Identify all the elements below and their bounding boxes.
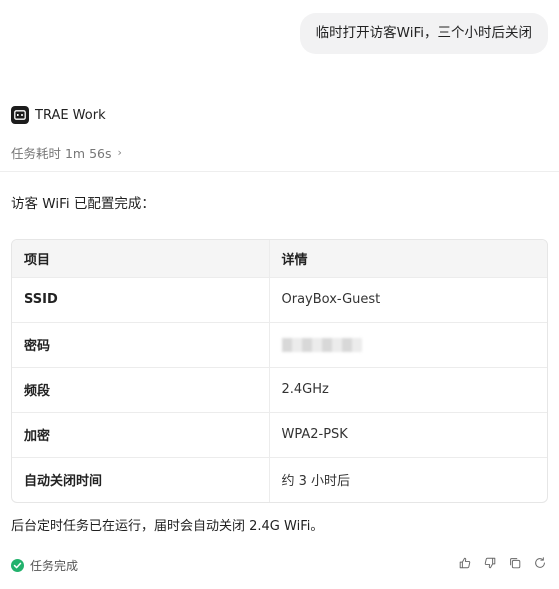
row-key: 加密 bbox=[12, 412, 270, 458]
column-header-item: 项目 bbox=[12, 240, 270, 278]
refresh-icon[interactable] bbox=[532, 555, 548, 571]
terminal-icon bbox=[11, 106, 29, 124]
copy-icon[interactable] bbox=[507, 555, 523, 571]
footer-note: 后台定时任务已在运行，届时会自动关闭 2.4G WiFi。 bbox=[11, 519, 324, 534]
table-header-row: 项目 详情 bbox=[12, 240, 547, 278]
table-row: SSID OrayBox-Guest bbox=[12, 277, 547, 323]
task-status-label: 任务完成 bbox=[30, 559, 79, 573]
wifi-config-table: 项目 详情 SSID OrayBox-Guest 密码 频段 2.4GHz 加密 bbox=[11, 239, 548, 503]
row-key: SSID bbox=[12, 277, 270, 323]
user-message-bubble: 临时打开访客WiFi，三个小时后关闭 bbox=[299, 13, 548, 54]
row-key: 密码 bbox=[12, 322, 270, 368]
row-key: 自动关闭时间 bbox=[12, 457, 270, 502]
agent-name: TRAE Work bbox=[35, 107, 106, 123]
row-key: 频段 bbox=[12, 367, 270, 413]
row-value: WPA2-PSK bbox=[269, 412, 547, 458]
message-actions bbox=[457, 555, 548, 571]
agent-header: TRAE Work bbox=[11, 106, 106, 124]
intro-text: 访客 WiFi 已配置完成： bbox=[11, 196, 155, 212]
table-row: 密码 bbox=[12, 322, 547, 368]
column-header-detail: 详情 bbox=[269, 240, 547, 278]
chevron-right-icon: › bbox=[117, 146, 122, 159]
thumbs-up-icon[interactable] bbox=[457, 555, 473, 571]
row-value: 约 3 小时后 bbox=[281, 474, 351, 490]
table-row: 自动关闭时间 约 3 小时后 bbox=[12, 457, 547, 502]
table-row: 频段 2.4GHz bbox=[12, 367, 547, 413]
divider bbox=[0, 171, 559, 172]
row-value bbox=[269, 322, 547, 368]
row-value: OrayBox-Guest bbox=[269, 277, 547, 323]
row-value: 2.4GHz bbox=[269, 367, 547, 413]
table-row: 加密 WPA2-PSK bbox=[12, 412, 547, 458]
task-status: 任务完成 bbox=[11, 557, 78, 574]
redacted-password bbox=[281, 337, 362, 352]
elapsed-time-label: 任务耗时 1m 56s bbox=[11, 146, 112, 161]
thumbs-down-icon[interactable] bbox=[482, 555, 498, 571]
check-circle-icon bbox=[11, 559, 24, 572]
elapsed-time-toggle[interactable]: 任务耗时 1m 56s › bbox=[11, 143, 122, 162]
